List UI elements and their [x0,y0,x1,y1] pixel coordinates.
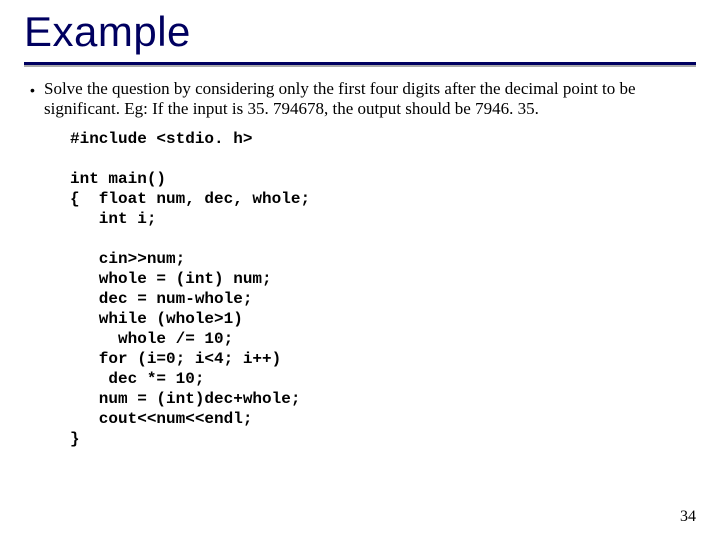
bullet-dot-icon: • [30,79,44,101]
page-number: 34 [680,508,696,526]
bullet-item: • Solve the question by considering only… [30,79,690,119]
slide-title: Example [24,8,696,56]
code-block: #include <stdio. h> int main() { float n… [70,129,690,449]
bullet-text: Solve the question by considering only t… [44,79,690,119]
slide: Example • Solve the question by consider… [0,0,720,540]
slide-content: • Solve the question by considering only… [0,65,720,449]
title-block: Example [0,8,720,65]
